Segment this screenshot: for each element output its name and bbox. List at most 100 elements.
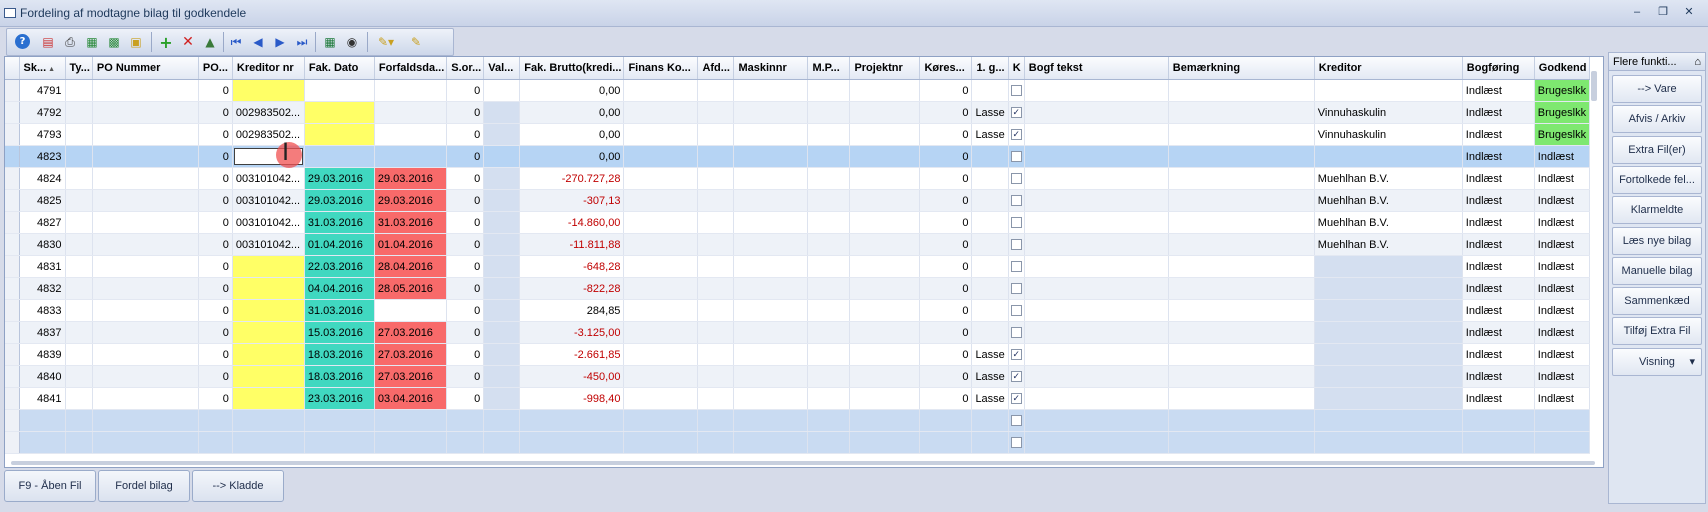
cell-k-checkbox[interactable]: ✓: [1008, 343, 1025, 366]
cell-s-or[interactable]: 0: [446, 343, 485, 366]
cell-mp[interactable]: [807, 145, 851, 168]
cell-maskinnr[interactable]: [733, 167, 809, 190]
column-header[interactable]: Køres...: [919, 57, 973, 80]
cell-sk[interactable]: 4827: [19, 211, 66, 234]
cell-kreditor-nr[interactable]: 002983502...: [232, 101, 305, 124]
checkbox-icon[interactable]: [1010, 239, 1022, 251]
open-file-button[interactable]: F9 - Åben Fil: [4, 470, 96, 502]
cell-maskinnr[interactable]: [733, 145, 809, 168]
table-row[interactable]: 4827 0 003101042... 31.03.2016 31.03.2016 0 -1…: [5, 211, 1591, 234]
cell-fak-dato[interactable]: [304, 101, 375, 124]
cell-mp[interactable]: [807, 167, 851, 190]
cell-k-checkbox[interactable]: [1008, 277, 1025, 300]
side-button[interactable]: Extra Fil(er): [1612, 135, 1702, 164]
cell-po-number[interactable]: [92, 211, 199, 234]
cell-bemaerkning[interactable]: [1168, 299, 1315, 322]
side-button[interactable]: Fortolkede fel...: [1612, 165, 1702, 194]
column-header[interactable]: PO...: [198, 57, 233, 80]
cell-maskinnr[interactable]: [733, 299, 809, 322]
cell-bogf-tekst[interactable]: [1024, 299, 1169, 322]
cell-kores[interactable]: 0: [919, 167, 973, 190]
cell-s-or[interactable]: 0: [446, 123, 485, 146]
cell-godkend[interactable]: Brugeslkk: [1534, 79, 1591, 102]
cell-bogforing[interactable]: Indlæst: [1462, 79, 1535, 102]
column-header[interactable]: M.P...: [807, 57, 851, 80]
column-header[interactable]: Bogf tekst: [1024, 57, 1169, 80]
cell-kores[interactable]: 0: [919, 365, 973, 388]
cell-kores[interactable]: 0: [919, 387, 973, 410]
cell-godkend[interactable]: Brugeslkk: [1534, 123, 1591, 146]
cell-fak-brutto[interactable]: -450,00: [519, 365, 625, 388]
cell-bogforing[interactable]: Indlæst: [1462, 101, 1535, 124]
column-header[interactable]: 1. g...: [971, 57, 1009, 80]
cell-fak-brutto[interactable]: -270.727,28: [519, 167, 625, 190]
cell-bemaerkning[interactable]: [1168, 211, 1315, 234]
cell-po[interactable]: 0: [198, 79, 233, 102]
cell-s-or[interactable]: 0: [446, 189, 485, 212]
cell-kreditor[interactable]: [1314, 277, 1463, 300]
table-row[interactable]: 4841 0 23.03.2016 03.04.2016 0 -998,40 0 Lasse ✓…: [5, 387, 1591, 410]
column-header[interactable]: S.or...: [446, 57, 485, 80]
cell-s-or[interactable]: 0: [446, 79, 485, 102]
cell-finans-konto[interactable]: [623, 277, 699, 300]
cell-bemaerkning[interactable]: [1168, 167, 1315, 190]
cell-finans-konto[interactable]: [623, 79, 699, 102]
cell-po[interactable]: 0: [198, 299, 233, 322]
cell-bogf-tekst[interactable]: [1024, 233, 1169, 256]
cell-bemaerkning[interactable]: [1168, 189, 1315, 212]
cell-fak-dato[interactable]: 22.03.2016: [304, 255, 375, 278]
row-selector[interactable]: [5, 233, 20, 256]
cell-forfaldsdato[interactable]: 01.04.2016: [374, 233, 448, 256]
cell-kores[interactable]: 0: [919, 211, 973, 234]
cell-kreditor-nr[interactable]: [232, 365, 305, 388]
cell-fak-brutto[interactable]: 0,00: [519, 123, 625, 146]
cell-godkend[interactable]: Brugeslkk: [1534, 101, 1591, 124]
cell-finans-konto[interactable]: [623, 189, 699, 212]
cell-mp[interactable]: [807, 123, 851, 146]
cell-sk[interactable]: 4792: [19, 101, 66, 124]
cell-projektnr[interactable]: [849, 321, 921, 344]
cell-mp[interactable]: [807, 255, 851, 278]
cell-forfaldsdato[interactable]: 27.03.2016: [374, 343, 448, 366]
attach-icon[interactable]: ▲: [201, 33, 219, 51]
cell-bogforing[interactable]: Indlæst: [1462, 211, 1535, 234]
cell-po-number[interactable]: [92, 123, 199, 146]
cell-kreditor[interactable]: Muehlhan B.V.: [1314, 233, 1463, 256]
checkbox-icon[interactable]: ✓: [1010, 393, 1022, 405]
cell-fak-brutto[interactable]: -3.125,00: [519, 321, 625, 344]
checkbox-icon[interactable]: [1010, 261, 1022, 273]
cell-first-godkender[interactable]: [971, 255, 1009, 278]
cell-kreditor[interactable]: Vinnuhaskulin: [1314, 101, 1463, 124]
cell-po[interactable]: 0: [198, 255, 233, 278]
cell-projektnr[interactable]: [849, 123, 921, 146]
row-selector[interactable]: [5, 387, 20, 410]
cell-first-godkender[interactable]: [971, 167, 1009, 190]
cell-sk[interactable]: 4833: [19, 299, 66, 322]
column-header[interactable]: Bemærkning: [1168, 57, 1315, 80]
row-selector[interactable]: [5, 145, 20, 168]
side-button[interactable]: Visning ▾: [1612, 347, 1702, 376]
cell-bogf-tekst[interactable]: [1024, 277, 1169, 300]
table-row[interactable]: 4832 0 04.04.2016 28.05.2016 0 -822,28 0 Indlæs…: [5, 277, 1591, 300]
cell-bogforing[interactable]: Indlæst: [1462, 167, 1535, 190]
column-header[interactable]: Val...: [483, 57, 521, 80]
cell-afd[interactable]: [697, 145, 735, 168]
cell-fak-dato[interactable]: 18.03.2016: [304, 343, 375, 366]
cell-afd[interactable]: [697, 79, 735, 102]
cell-k-checkbox[interactable]: ✓: [1008, 387, 1025, 410]
cell-first-godkender[interactable]: [971, 145, 1009, 168]
cell-type[interactable]: [65, 189, 93, 212]
cell-projektnr[interactable]: [849, 167, 921, 190]
side-button[interactable]: Tilføj Extra Fil: [1612, 317, 1702, 346]
cell-s-or[interactable]: 0: [446, 101, 485, 124]
cell-bemaerkning[interactable]: [1168, 321, 1315, 344]
cell-po[interactable]: 0: [198, 145, 233, 168]
table-row[interactable]: 4825 0 003101042... 29.03.2016 29.03.2016 0 -3…: [5, 189, 1591, 212]
print-icon[interactable]: ⎙: [61, 33, 79, 51]
cell-afd[interactable]: [697, 343, 735, 366]
cell-sk[interactable]: 4832: [19, 277, 66, 300]
cell-finans-konto[interactable]: [623, 343, 699, 366]
cell-bogforing[interactable]: Indlæst: [1462, 145, 1535, 168]
excel-icon[interactable]: ▦: [321, 33, 339, 51]
cell-afd[interactable]: [697, 255, 735, 278]
